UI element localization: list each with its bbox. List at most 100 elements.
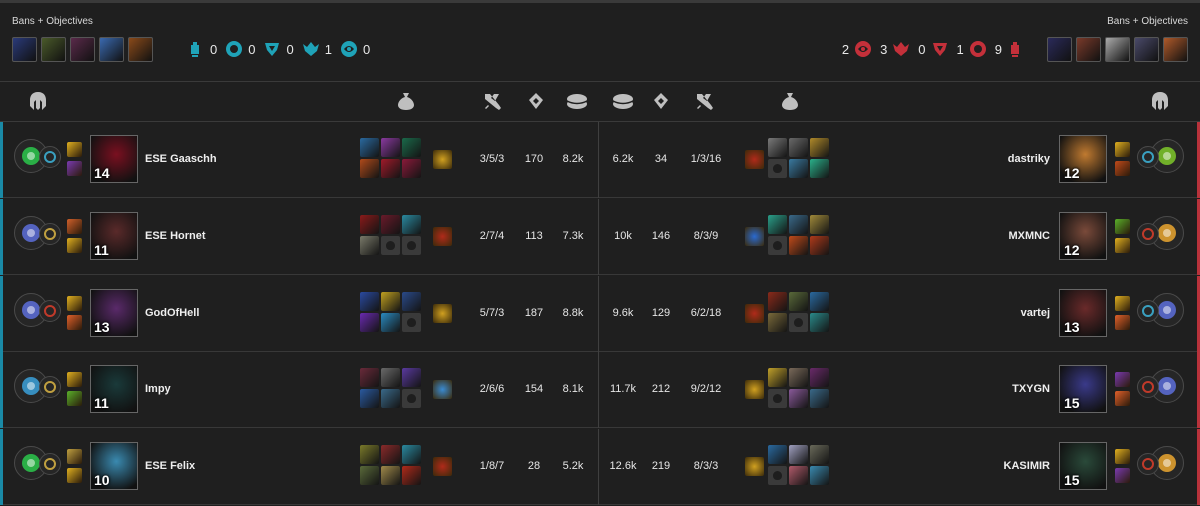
item-icon[interactable] bbox=[789, 368, 808, 388]
item-icon[interactable] bbox=[810, 445, 829, 465]
item-icon[interactable] bbox=[768, 291, 787, 311]
item-icon[interactable] bbox=[381, 389, 400, 409]
item-icon[interactable] bbox=[768, 214, 787, 234]
item-icon[interactable] bbox=[789, 389, 808, 409]
player-name[interactable]: ESE Gaaschh bbox=[145, 153, 217, 165]
item-icon[interactable] bbox=[789, 466, 808, 486]
item-icon[interactable] bbox=[810, 138, 829, 157]
trinket-icon[interactable] bbox=[745, 380, 764, 400]
item-icon[interactable] bbox=[789, 159, 808, 178]
summoner-spell-icon[interactable] bbox=[67, 218, 82, 234]
item-icon[interactable] bbox=[360, 214, 379, 234]
summoner-spell-icon[interactable] bbox=[67, 372, 82, 388]
item-icon[interactable] bbox=[810, 389, 829, 409]
item-icon[interactable] bbox=[381, 312, 400, 332]
item-icon[interactable] bbox=[768, 368, 787, 388]
trinket-icon[interactable] bbox=[745, 303, 764, 323]
item-icon[interactable] bbox=[402, 138, 421, 157]
item-icon[interactable] bbox=[360, 466, 379, 486]
summoner-spell-icon[interactable] bbox=[1115, 468, 1130, 484]
item-icon[interactable] bbox=[789, 445, 808, 465]
player-name[interactable]: Impy bbox=[145, 383, 171, 395]
champion-portrait[interactable]: 15 bbox=[1059, 442, 1107, 491]
summoner-spell-icon[interactable] bbox=[1115, 295, 1130, 311]
summoner-spell-icon[interactable] bbox=[1115, 449, 1130, 465]
champion-portrait[interactable]: 11 bbox=[90, 211, 138, 260]
summoner-spell-icon[interactable] bbox=[67, 142, 82, 157]
champion-portrait[interactable]: 13 bbox=[1059, 288, 1107, 337]
item-icon[interactable] bbox=[381, 214, 400, 234]
item-icon[interactable] bbox=[402, 368, 421, 388]
summoner-spell-icon[interactable] bbox=[1115, 314, 1130, 330]
item-icon[interactable] bbox=[768, 312, 787, 332]
item-icon[interactable] bbox=[810, 368, 829, 388]
item-icon[interactable] bbox=[810, 466, 829, 486]
champion-portrait[interactable]: 15 bbox=[1059, 365, 1107, 414]
item-icon[interactable] bbox=[381, 291, 400, 311]
trinket-icon[interactable] bbox=[433, 380, 452, 400]
champion-portrait[interactable]: 10 bbox=[90, 442, 138, 491]
player-name[interactable]: ESE Felix bbox=[145, 460, 195, 472]
trinket-icon[interactable] bbox=[433, 457, 452, 477]
item-icon[interactable] bbox=[789, 291, 808, 311]
item-icon[interactable] bbox=[360, 138, 379, 157]
summoner-spell-icon[interactable] bbox=[1115, 142, 1130, 157]
summoner-spell-icon[interactable] bbox=[1115, 161, 1130, 176]
champion-portrait[interactable]: 12 bbox=[1059, 135, 1107, 183]
item-icon[interactable] bbox=[381, 138, 400, 157]
item-icon[interactable] bbox=[789, 214, 808, 234]
summoner-spell-icon[interactable] bbox=[67, 295, 82, 311]
item-icon[interactable] bbox=[402, 466, 421, 486]
summoner-spell-icon[interactable] bbox=[67, 391, 82, 407]
champion-portrait[interactable]: 12 bbox=[1059, 211, 1107, 260]
item-icon[interactable] bbox=[402, 445, 421, 465]
player-name[interactable]: dastriky bbox=[1008, 153, 1050, 165]
item-icon[interactable] bbox=[810, 312, 829, 332]
item-icon[interactable] bbox=[381, 159, 400, 178]
trinket-icon[interactable] bbox=[745, 457, 764, 477]
summoner-spell-icon[interactable] bbox=[1115, 218, 1130, 234]
item-icon[interactable] bbox=[768, 445, 787, 465]
item-icon[interactable] bbox=[381, 368, 400, 388]
summoner-spell-icon[interactable] bbox=[1115, 391, 1130, 407]
item-icon[interactable] bbox=[360, 235, 379, 255]
player-name[interactable]: GodOfHell bbox=[145, 307, 199, 319]
player-name[interactable]: TXYGN bbox=[1012, 383, 1050, 395]
item-icon[interactable] bbox=[360, 389, 379, 409]
player-name[interactable]: KASIMIR bbox=[1004, 460, 1050, 472]
summoner-spell-icon[interactable] bbox=[67, 161, 82, 176]
item-icon[interactable] bbox=[402, 214, 421, 234]
item-icon[interactable] bbox=[360, 368, 379, 388]
champion-portrait[interactable]: 11 bbox=[90, 365, 138, 414]
item-icon[interactable] bbox=[810, 235, 829, 255]
trinket-icon[interactable] bbox=[745, 150, 764, 169]
summoner-spell-icon[interactable] bbox=[1115, 237, 1130, 253]
item-icon[interactable] bbox=[810, 291, 829, 311]
item-icon[interactable] bbox=[402, 291, 421, 311]
champion-portrait[interactable]: 13 bbox=[90, 288, 138, 337]
item-icon[interactable] bbox=[360, 291, 379, 311]
champion-portrait[interactable]: 14 bbox=[90, 135, 138, 183]
item-icon[interactable] bbox=[810, 159, 829, 178]
item-icon[interactable] bbox=[360, 312, 379, 332]
summoner-spell-icon[interactable] bbox=[67, 237, 82, 253]
item-icon[interactable] bbox=[768, 138, 787, 157]
summoner-spell-icon[interactable] bbox=[67, 449, 82, 465]
summoner-spell-icon[interactable] bbox=[67, 314, 82, 330]
trinket-icon[interactable] bbox=[433, 303, 452, 323]
summoner-spell-icon[interactable] bbox=[67, 468, 82, 484]
item-icon[interactable] bbox=[360, 159, 379, 178]
item-icon[interactable] bbox=[789, 138, 808, 157]
item-icon[interactable] bbox=[810, 214, 829, 234]
item-icon[interactable] bbox=[789, 235, 808, 255]
player-name[interactable]: vartej bbox=[1021, 307, 1050, 319]
trinket-icon[interactable] bbox=[433, 226, 452, 246]
item-icon[interactable] bbox=[381, 445, 400, 465]
item-icon[interactable] bbox=[402, 159, 421, 178]
player-name[interactable]: ESE Hornet bbox=[145, 230, 206, 242]
item-icon[interactable] bbox=[381, 466, 400, 486]
trinket-icon[interactable] bbox=[433, 150, 452, 169]
trinket-icon[interactable] bbox=[745, 226, 764, 246]
summoner-spell-icon[interactable] bbox=[1115, 372, 1130, 388]
item-icon[interactable] bbox=[360, 445, 379, 465]
